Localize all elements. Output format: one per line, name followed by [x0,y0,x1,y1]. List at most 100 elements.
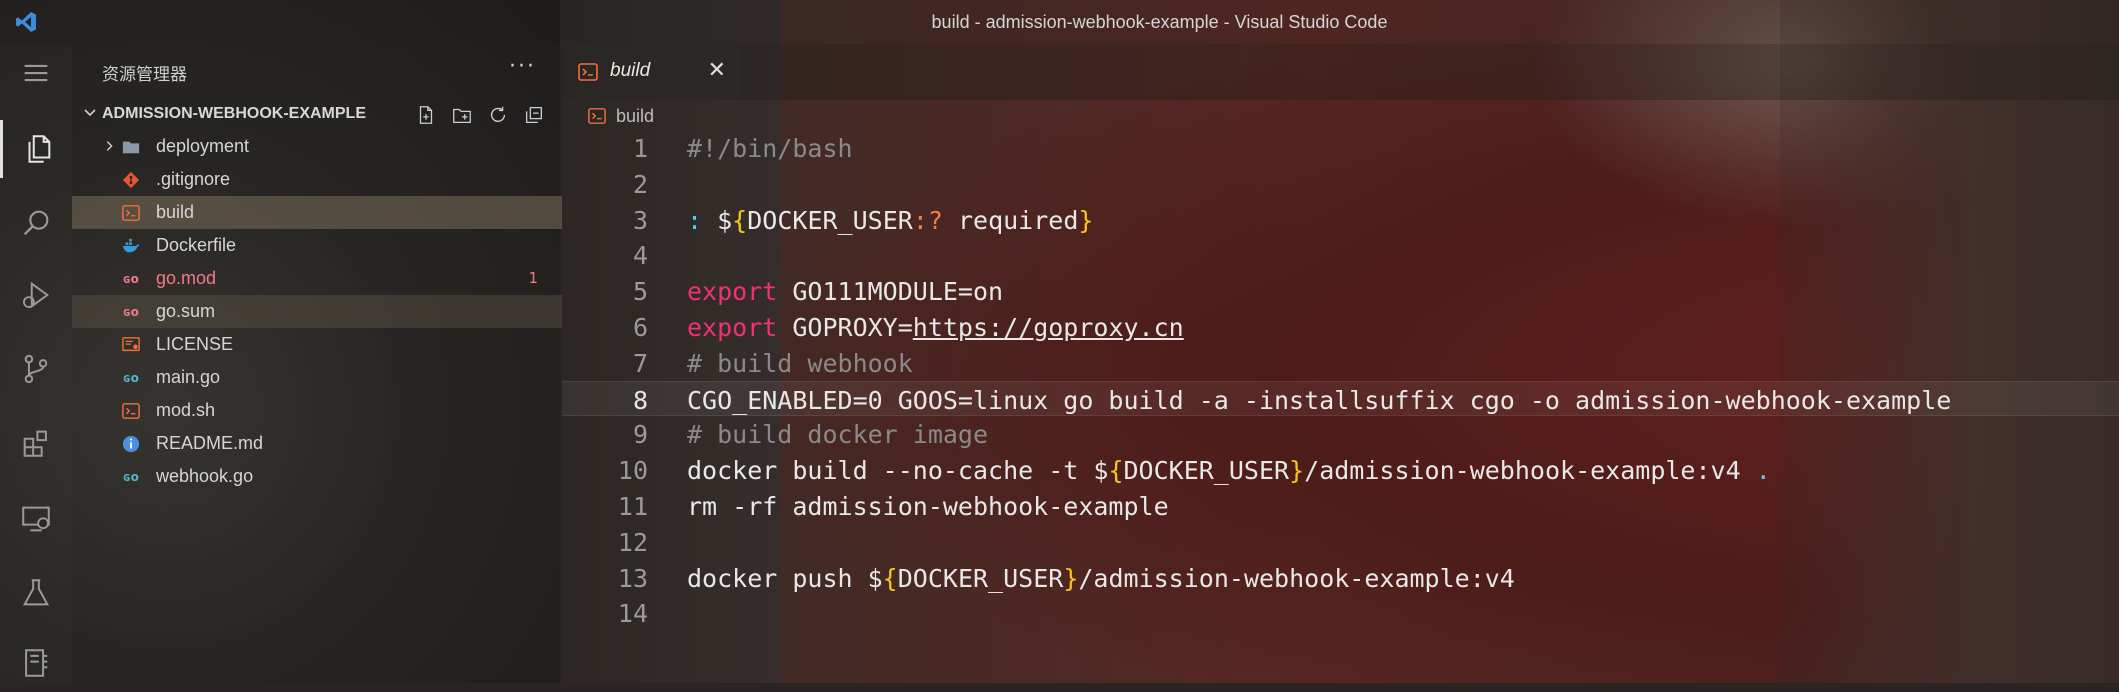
code-line: 2 [562,166,2119,202]
code-line-current: 8 CGO_ENABLED=0 GOOS=linux go build -a -i… [562,380,2119,417]
chevron-down-icon [84,109,96,117]
line-number: 8 [632,385,648,415]
code-text: docker build --no-cache -t ${DOCKER_USER… [687,456,1771,486]
tree-item-gitignore[interactable]: .gitignore [72,163,562,196]
go-mod-icon: ɢᴏ [123,305,139,319]
code-editor[interactable]: 1 #!/bin/bash 2 3: ${DOCKER_USER:? requir… [562,130,2119,631]
code-text: : ${DOCKER_USER:? required} [687,205,1094,235]
workspace-folder-name: ADMISSION-WEBHOOK-EXAMPLE [102,105,366,122]
tree-item-label: deployment [156,136,250,156]
chevron-right-icon [106,141,113,151]
code-line: 1 #!/bin/bash [562,130,2119,166]
tree-item-license[interactable]: LICENSE [72,328,562,361]
new-folder-icon[interactable] [448,102,476,128]
editor-area: build ✕ build 1 #!/bin/bash 2 3: ${DOCKER… [562,44,2119,683]
breadcrumb-item[interactable]: build [616,106,654,127]
line-number: 11 [617,491,648,521]
remote-explorer-icon[interactable] [0,490,72,548]
tree-item-webhook-go[interactable]: ɢᴏ webhook.go [72,460,562,493]
code-line: 13 docker push ${DOCKER_USER}/admission-w… [562,560,2119,596]
license-icon [122,336,140,354]
line-number: 10 [617,456,648,486]
run-debug-icon[interactable] [0,266,72,324]
code-line: 14 [562,595,2119,631]
code-text: CGO_ENABLED=0 GOOS=linux go build -a -in… [687,385,1952,415]
tree-item-go-sum[interactable]: ɢᴏ go.sum [72,295,562,328]
tree-item-readme[interactable]: README.md [72,427,562,460]
activity-bar [0,44,72,683]
tree-item-dockerfile[interactable]: Dockerfile [72,229,562,262]
docker-icon [122,237,140,255]
line-number: 4 [632,241,648,271]
line-number: 2 [632,169,648,199]
line-number: 14 [617,599,648,629]
new-file-icon[interactable] [412,102,440,128]
code-line: 9 # build docker image [562,416,2119,452]
code-line: 7 # build webhook [562,345,2119,381]
tree-item-label: build [156,202,195,222]
tab-build[interactable]: build ✕ [562,44,740,100]
tree-item-build[interactable]: build [72,196,562,229]
code-text: rm -rf admission-webhook-example [687,491,1169,521]
tree-item-label: webhook.go [156,466,254,486]
collapse-all-icon[interactable] [520,102,548,128]
code-line: 5 export GO111MODULE=on [562,273,2119,309]
line-number: 6 [632,312,648,342]
testing-icon[interactable] [0,564,72,622]
line-number: 13 [617,563,648,593]
info-icon [122,435,140,453]
tree-item-deployment[interactable]: deployment [72,130,562,163]
line-number: 12 [617,527,648,557]
tree-item-go-mod[interactable]: ɢᴏ go.mod 1 [72,262,562,295]
tree-item-label: mod.sh [156,400,216,420]
code-text: # build docker image [687,420,989,450]
line-number: 5 [632,277,648,307]
folder-icon [122,138,140,156]
line-number: 1 [632,134,648,163]
breadcrumb: build [588,102,654,130]
tab-label: build [610,60,651,81]
git-icon [122,171,140,189]
more-actions-button[interactable]: ··· [509,54,536,79]
line-number: 9 [632,420,648,450]
terminal-icon [122,204,140,222]
terminal-icon [578,63,598,81]
tree-item-mod-sh[interactable]: mod.sh [72,394,562,427]
menu-icon[interactable] [0,44,72,102]
title-bar: build - admission-webhook-example - Visu… [0,0,2119,44]
terminal-icon [122,402,140,420]
code-line: 11 rm -rf admission-webhook-example [562,488,2119,524]
extensions-icon[interactable] [0,414,72,472]
code-text: export GO111MODULE=on [687,277,1004,307]
search-icon[interactable] [0,194,72,252]
line-number: 7 [632,348,648,378]
go-mod-icon: ɢᴏ [123,272,139,286]
sidebar-title: 资源管理器 [102,65,187,85]
tree-item-label: LICENSE [156,334,234,354]
tree-item-label: main.go [156,367,221,387]
notebook-icon[interactable] [0,634,72,692]
refresh-icon[interactable] [484,102,512,128]
editor-tab-bar: build ✕ [562,44,2119,100]
tree-item-label: .gitignore [156,169,231,189]
code-line: 6 export GOPROXY=https://goproxy.cn [562,309,2119,345]
workspace-folder-header[interactable]: ADMISSION-WEBHOOK-EXAMPLE [72,100,562,130]
folder-actions [412,102,548,128]
code-text: export GOPROXY=https://goproxy.cn [687,312,1184,342]
code-text: # build webhook [687,348,913,378]
close-icon[interactable]: ✕ [708,58,726,83]
tree-item-label: Dockerfile [156,235,237,255]
code-text: docker push ${DOCKER_USER}/admission-web… [687,563,1515,593]
code-line: 10 docker build --no-cache -t ${DOCKER_US… [562,452,2119,488]
tree-item-label: go.mod [156,268,217,288]
explorer-icon[interactable] [0,120,72,178]
code-line: 3: ${DOCKER_USER:? required} [562,202,2119,238]
source-control-icon[interactable] [0,340,72,398]
code-text: #!/bin/bash [687,134,853,163]
tree-item-label: go.sum [156,301,216,321]
explorer-sidebar: 资源管理器 ··· ADMISSION-WEBHOOK-EXAMPLE depl… [72,44,562,683]
go-icon: ɢᴏ [123,470,139,484]
code-line: 12 [562,524,2119,560]
tree-item-main-go[interactable]: ɢᴏ main.go [72,361,562,394]
terminal-icon [588,108,606,124]
